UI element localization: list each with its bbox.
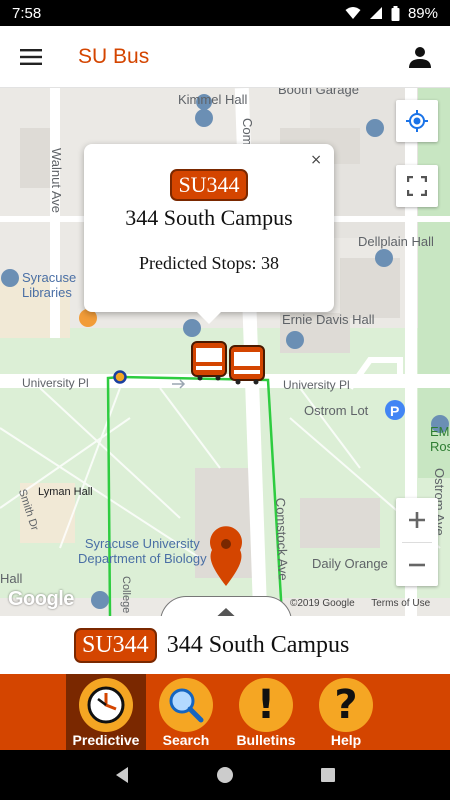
map-label-university-pl-left: University Pl [22, 376, 89, 390]
map-label-ostrom-lot: Ostrom Lot [304, 403, 369, 418]
map-copyright: ©2019 Google [290, 598, 355, 609]
status-time: 7:58 [12, 4, 42, 22]
zoom-out-button[interactable] [396, 543, 438, 587]
app-title: SU Bus [78, 44, 150, 68]
tab-label-bulletins: Bulletins [236, 732, 296, 748]
back-icon[interactable] [113, 766, 131, 784]
bus-info-window: × SU344 344 South Campus Predicted Stops… [84, 144, 334, 324]
tab-label-search: Search [162, 732, 210, 748]
map-label-walnut-ave: Walnut Ave [49, 148, 64, 214]
tab-label-help: Help [330, 732, 362, 748]
info-route-name: 344 South Campus [125, 205, 293, 230]
google-logo: Google [8, 588, 74, 610]
svg-text:P: P [390, 403, 399, 419]
map-label-comstock-ave-lower: Comstock Ave [273, 497, 291, 581]
route-bar-name: 344 South Campus [166, 631, 350, 658]
home-icon[interactable] [216, 766, 234, 784]
bus-marker-1 [191, 341, 227, 381]
selected-route-bar[interactable]: SU344 344 South Campus [0, 616, 450, 674]
fullscreen-button[interactable] [396, 165, 438, 207]
zoom-controls [396, 498, 438, 586]
status-icons: 89% [345, 5, 438, 22]
account-button[interactable] [390, 26, 450, 88]
signal-icon [369, 7, 382, 19]
bottom-tab-bar: Predictive Search ! Bulletins ? Help [0, 674, 450, 750]
map-label-booth-garage: Booth Garage [278, 88, 359, 97]
terms-of-use-link[interactable]: Terms of Use [371, 598, 430, 609]
clock-icon [79, 678, 133, 732]
map-label-ernie-davis-hall: Ernie Davis Hall [282, 312, 375, 327]
plus-icon [409, 512, 425, 528]
map-label-daily-orange: Daily Orange [312, 556, 388, 571]
map-view[interactable]: P Kimmel Hall Booth Garage Comstock Ave … [0, 88, 450, 616]
minus-icon [409, 563, 425, 567]
map-attribution: ©2019 Google Terms of Use [290, 598, 430, 609]
exclamation-glyph: ! [256, 682, 276, 728]
map-label-em-rose: EM Rose [430, 424, 450, 454]
wifi-icon [345, 7, 361, 19]
tab-help[interactable]: ? Help [306, 674, 386, 750]
map-label-dellplain-hall: Dellplain Hall [358, 234, 434, 249]
menu-button[interactable] [0, 26, 62, 88]
app-bar: SU Bus [0, 26, 450, 88]
hamburger-menu-icon [20, 48, 42, 65]
tab-predictive[interactable]: Predictive [66, 674, 146, 750]
map-label-syracuse-libraries: Syracuse Libraries [22, 270, 77, 300]
tab-search[interactable]: Search [146, 674, 226, 750]
map-label-kimmel-hall: Kimmel Hall [178, 92, 248, 107]
question-glyph: ? [334, 682, 358, 728]
account-icon [409, 46, 431, 68]
bus-marker-2 [229, 345, 265, 385]
system-nav-bar [0, 750, 450, 800]
recents-icon[interactable] [319, 766, 337, 784]
map-label-college: College [120, 576, 132, 614]
my-location-button[interactable] [396, 100, 438, 142]
tab-bulletins[interactable]: ! Bulletins [226, 674, 306, 750]
map-label-syracuse-university-biology: Syracuse University Department of Biolog… [78, 536, 207, 566]
route-badge: SU344 [170, 169, 248, 201]
route-bar-badge: SU344 [74, 627, 157, 663]
map-label-hall: Hall [0, 571, 23, 586]
my-location-icon [406, 110, 428, 132]
magnifier-icon [159, 678, 213, 732]
app-screen: 7:58 89% SU Bus P Kimmel Hall Booth Gara… [0, 0, 450, 800]
predicted-stops: Predicted Stops: 38 [139, 253, 279, 273]
tab-label-predictive: Predictive [72, 732, 140, 748]
battery-percent: 89% [407, 4, 438, 22]
zoom-in-button[interactable] [396, 498, 438, 542]
fullscreen-icon [407, 176, 427, 196]
map-label-lyman-hall: Lyman Hall [38, 486, 93, 498]
question-icon: ? [319, 678, 373, 732]
close-icon[interactable]: × [310, 152, 322, 168]
exclamation-icon: ! [239, 678, 293, 732]
map-label-university-pl-right: University Pl [283, 378, 350, 392]
status-bar: 7:58 89% [0, 0, 450, 26]
battery-icon [391, 5, 400, 21]
